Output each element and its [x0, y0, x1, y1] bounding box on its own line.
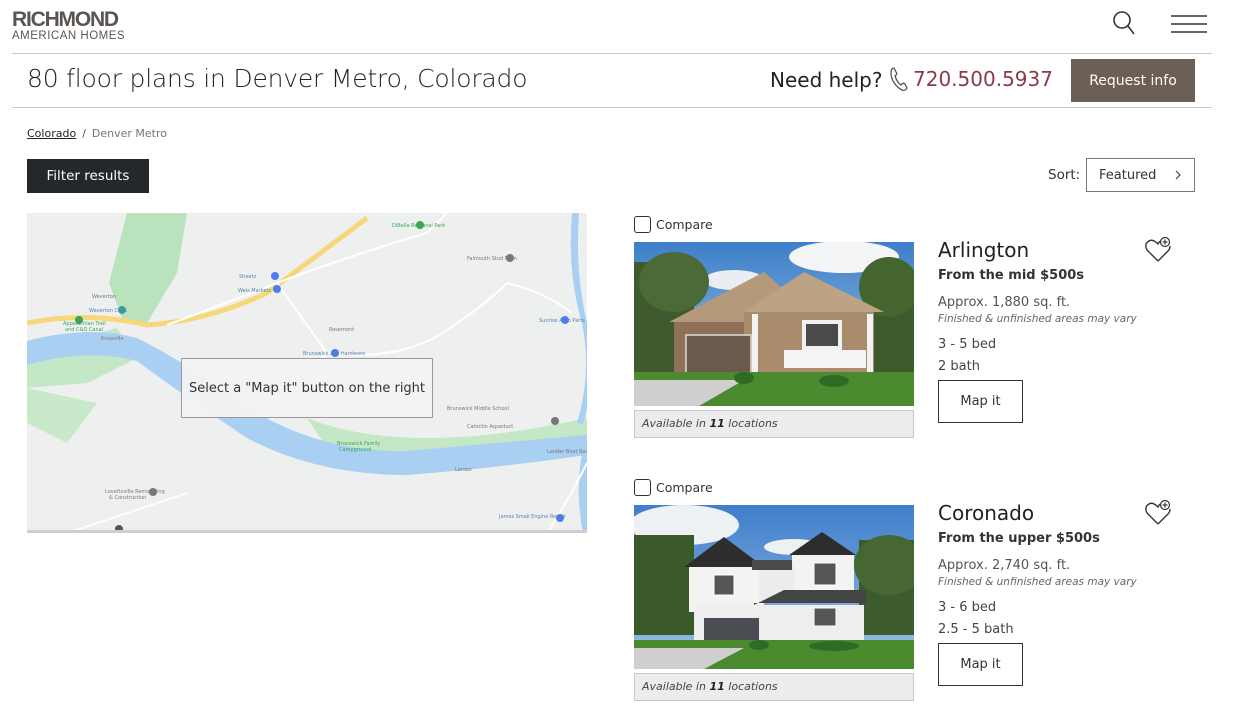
avail-count: 11 [709, 680, 725, 693]
plan-area-note: Finished & unfinished areas may vary [938, 576, 1137, 588]
avail-suffix: locations [728, 680, 778, 693]
phone-icon [888, 66, 910, 92]
sort-value: Featured [1099, 167, 1157, 183]
plan-name[interactable]: Arlington [938, 238, 1029, 262]
menu-button[interactable] [1170, 12, 1208, 36]
map-view[interactable]: Waverton Cliffs Sheetz Weis Markets Brun… [27, 213, 587, 533]
search-button[interactable] [1110, 8, 1140, 40]
checkbox-box[interactable] [634, 479, 651, 496]
plan-photo[interactable] [634, 242, 914, 406]
logo-subtitle: AMERICAN HOMES [12, 30, 126, 42]
svg-text:Brunswick Middle School: Brunswick Middle School [447, 406, 509, 412]
svg-text:Sunrise Auto Parts: Sunrise Auto Parts [539, 318, 585, 324]
plan-baths: 2.5 - 5 bath [938, 622, 1014, 637]
svg-text:& Construction: & Construction [109, 495, 146, 501]
svg-text:Falmouth Stud Farm: Falmouth Stud Farm [467, 256, 517, 262]
svg-text:Lander: Lander [455, 467, 473, 473]
hamburger-menu-icon [1171, 15, 1207, 33]
compare-label: Compare [656, 217, 713, 232]
svg-text:Sheetz: Sheetz [239, 274, 256, 280]
compare-checkbox[interactable]: Compare [634, 216, 713, 233]
favorite-button[interactable] [1144, 236, 1172, 264]
heart-plus-icon [1145, 236, 1171, 262]
plan-price: From the upper $500s [938, 531, 1100, 546]
svg-text:DiBella Regional Park: DiBella Regional Park [392, 223, 445, 229]
availability-note: Available in 11 locations [634, 410, 914, 438]
filter-results-button[interactable]: Filter results [27, 159, 149, 193]
plan-area-note: Finished & unfinished areas may vary [938, 313, 1137, 325]
svg-text:Catoctin Aqueduct: Catoctin Aqueduct [467, 424, 513, 430]
svg-text:Weis Markets: Weis Markets [238, 288, 271, 294]
svg-text:Campground: Campground [339, 447, 371, 453]
page-title: 80 floor plans in Denver Metro, Colorado [27, 64, 528, 93]
svg-text:James Small Engine Repair: James Small Engine Repair [498, 514, 567, 520]
breadcrumb-colorado[interactable]: Colorado [27, 127, 76, 140]
plan-baths: 2 bath [938, 359, 980, 374]
plan-beds: 3 - 5 bed [938, 337, 997, 352]
svg-text:Knoxville: Knoxville [101, 336, 124, 342]
breadcrumb-denver-metro: Denver Metro [91, 127, 167, 140]
sort-label: Sort: [1048, 167, 1081, 183]
logo-wordmark: RICHMOND [12, 8, 119, 31]
need-help-label: Need help? [770, 68, 883, 92]
plan-name[interactable]: Coronado [938, 501, 1034, 525]
svg-text:Lander Boat Ramp: Lander Boat Ramp [547, 449, 587, 455]
svg-text:Rosemont: Rosemont [329, 327, 354, 333]
map-bottom-border [27, 530, 587, 533]
compare-label: Compare [656, 480, 713, 495]
request-info-button[interactable]: Request info [1071, 59, 1195, 102]
brand-logo[interactable]: RICHMOND AMERICAN HOMES [12, 8, 126, 42]
checkbox-box[interactable] [634, 216, 651, 233]
title-divider [12, 107, 1212, 108]
availability-note: Available in 11 locations [634, 673, 914, 701]
avail-count: 11 [709, 417, 725, 430]
breadcrumb: Colorado / Denver Metro [27, 127, 167, 140]
search-icon [1113, 11, 1135, 35]
plan-photo[interactable] [634, 505, 914, 669]
avail-suffix: locations [728, 417, 778, 430]
favorite-button[interactable] [1144, 499, 1172, 527]
sort-dropdown[interactable]: Featured [1086, 158, 1195, 192]
chevron-right-icon [1175, 170, 1181, 180]
map-instruction-overlay: Select a "Map it" button on the right [181, 358, 433, 418]
avail-prefix: Available in [642, 680, 706, 693]
avail-prefix: Available in [642, 417, 706, 430]
plan-beds: 3 - 6 bed [938, 600, 997, 615]
map-it-button[interactable]: Map it [938, 643, 1023, 686]
svg-text:Waverton Cliffs: Waverton Cliffs [89, 308, 127, 314]
phone-number-link[interactable]: 720.500.5937 [913, 67, 1053, 91]
plan-card-arlington: Compare Available in 11 locations Arling… [634, 216, 1194, 446]
svg-text:Brunswick Ace Hardware: Brunswick Ace Hardware [303, 351, 365, 357]
map-it-button[interactable]: Map it [938, 380, 1023, 423]
plan-sqft: Approx. 2,740 sq. ft. [938, 558, 1071, 573]
heart-plus-icon [1145, 499, 1171, 525]
plan-card-coronado: Compare Available in 11 locations Corona… [634, 479, 1194, 709]
plan-price: From the mid $500s [938, 268, 1085, 283]
breadcrumb-separator: / [82, 127, 86, 140]
compare-checkbox[interactable]: Compare [634, 479, 713, 496]
svg-text:Weverton: Weverton [92, 294, 116, 300]
svg-text:and C&O Canal: and C&O Canal [65, 327, 103, 333]
header-divider [12, 53, 1212, 54]
plan-sqft: Approx. 1,880 sq. ft. [938, 295, 1071, 310]
